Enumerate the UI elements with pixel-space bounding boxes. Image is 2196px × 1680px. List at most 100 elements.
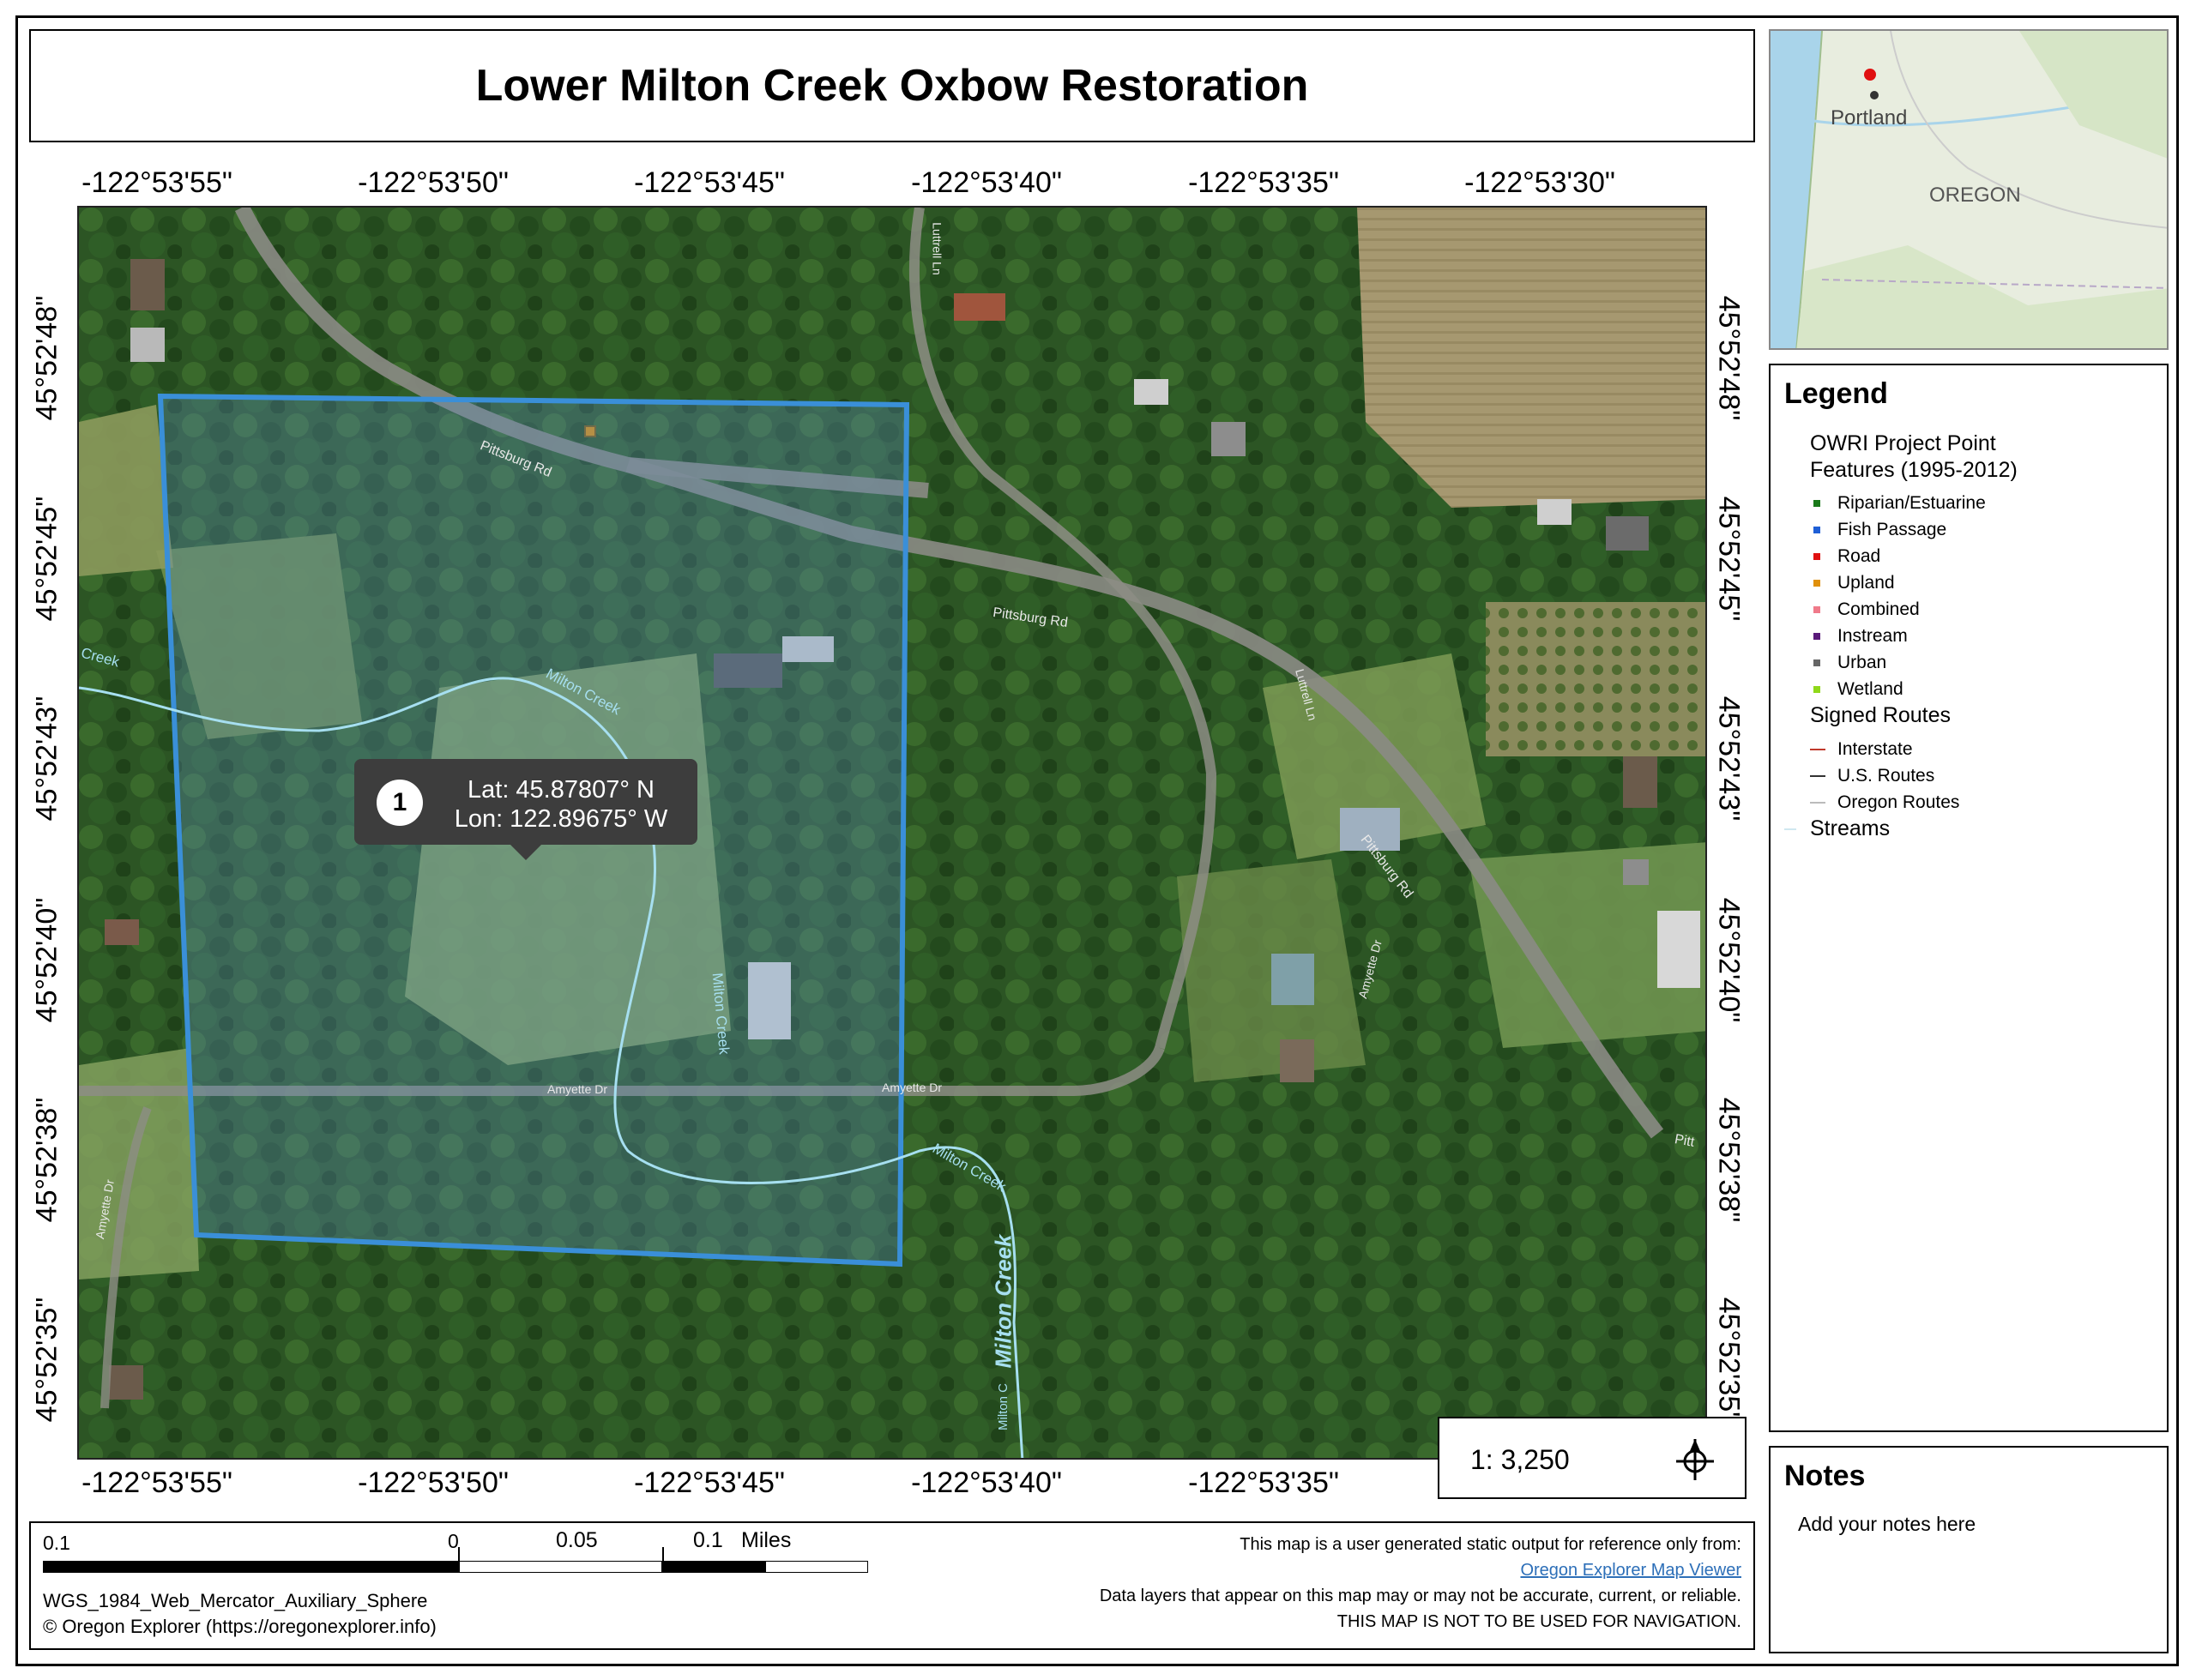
scale-ratio-box: 1: 3,250 [1438,1417,1747,1499]
scalebar-label-mid: 0.05 [556,1528,598,1552]
scalebar-tick [662,1547,664,1573]
legend-item-label: Fish Passage [1837,519,1947,539]
legend-item-combined: Combined [1813,596,2157,623]
legend-item-label: Urban [1837,652,1887,672]
longitude-label-top: -122°53'35" [1188,166,1339,199]
legend-item-label: Combined [1837,599,1920,619]
longitude-label-bottom: -122°53'35" [1188,1466,1339,1499]
legend-swatch [1813,499,1820,507]
legend-group-owri-line2: Features (1995-2012) [1810,458,2018,482]
longitude-label-bottom: -122°53'40" [911,1466,1062,1499]
legend-item-wetland: Wetland [1813,676,2157,702]
map-title: Lower Milton Creek Oxbow Restoration [475,61,1309,111]
road-label-amyette-dr: Amyette Dr [882,1081,943,1094]
longitude-label-top: -122°53'45" [634,166,785,199]
longitude-label-top: -122°53'50" [358,166,509,199]
notes-title: Notes [1784,1460,1866,1492]
inset-state-label: OREGON [1929,184,2021,207]
legend-swatch [1813,632,1820,640]
map-canvas[interactable]: Pittsburg Rd Pittsburg Rd Pittsburg Rd P… [77,206,1707,1460]
legend-item-road: Road [1813,543,2157,569]
latitude-label-left: 45°52'48" [30,295,63,421]
legend-item-label: U.S. Routes [1837,765,1935,786]
legend-swatch [1813,659,1820,666]
legend-item-us-routes: U.S. Routes [1810,762,2153,789]
legend-item-upland: Upland [1813,569,2157,596]
disclaimer-line-2: Data layers that appear on this map may … [1099,1587,1741,1605]
notes-panel: Notes Add your notes here [1769,1446,2169,1653]
longitude-label-bottom: -122°53'50" [358,1466,509,1499]
title-box: Lower Milton Creek Oxbow Restoration [29,29,1755,142]
latitude-label-left: 45°52'43" [30,695,63,822]
legend-line-swatch [1810,774,1825,777]
latitude-label-right: 45°52'40" [1712,897,1746,1023]
legend-item-interstate: Interstate [1810,736,2153,762]
scalebar-label-zero: 0 [448,1530,459,1552]
legend-group-owri-line1: OWRI Project Point [1810,431,1996,455]
footer-panel: 0.1 0 0.05 0.1 Miles WGS_1984_Web_Mercat… [29,1521,1755,1650]
latitude-label-left: 45°52'35" [30,1297,63,1423]
notes-text[interactable]: Add your notes here [1798,1513,1976,1536]
scalebar-segment [43,1561,458,1573]
scalebar-units: Miles [741,1528,792,1552]
legend-routes-list: Interstate U.S. Routes Oregon Routes [1810,736,2153,816]
disclaimer-line-1: This map is a user generated static outp… [1240,1535,1741,1554]
popup-latitude: Lat: 45.87807° N [468,776,655,804]
legend-item-streams: Streams [1784,816,1890,841]
popup-number-badge: 1 [377,780,423,826]
legend-item-label: Upland [1837,572,1895,593]
legend-swatch [1813,552,1820,560]
legend-group-owri-title: OWRI Project Point Features (1995-2012) [1810,431,2018,484]
latitude-label-right: 45°52'45" [1712,496,1746,622]
copyright-text: © Oregon Explorer (https://oregonexplore… [43,1616,437,1637]
scalebar-segment [458,1561,662,1573]
legend-line-swatch [1784,828,1796,830]
legend-swatch [1813,605,1820,613]
scalebar-label-right: 0.1 [693,1528,723,1552]
longitude-label-bottom: -122°53'55" [81,1466,232,1499]
legend-swatch [1813,579,1820,587]
coordinate-popup[interactable]: 1 Lat: 45.87807° N Lon: 122.89675° W [354,759,697,860]
longitude-label-top: -122°53'55" [81,166,232,199]
latitude-label-left: 45°52'40" [30,897,63,1023]
scale-ratio: 1: 3,250 [1470,1444,1570,1475]
legend-line-swatch [1810,748,1825,750]
road-label-pittsburg-rd: Pitt [1673,1132,1696,1150]
latitude-label-right: 45°52'38" [1712,1097,1746,1223]
legend-item-label: Oregon Routes [1837,792,1960,812]
legend-item-label: Road [1837,545,1881,566]
latitude-label-right: 45°52'43" [1712,695,1746,822]
legend-owri-list: Riparian/Estuarine Fish Passage Road Upl… [1813,490,2157,702]
popup-longitude: Lon: 122.89675° W [454,805,668,833]
inset-city-label: Portland [1831,106,1908,129]
aerial-imagery [79,208,1705,1458]
legend-item-urban: Urban [1813,649,2157,676]
latitude-label-left: 45°52'38" [30,1097,63,1223]
stream-label-milton-creek: Milton Creek [990,1234,1017,1369]
road-label-luttrell-ln: Luttrell Ln [930,222,944,275]
latitude-label-right: 45°52'48" [1712,295,1746,421]
road-label-amyette-dr: Amyette Dr [547,1082,608,1096]
legend-item-label: Streams [1810,816,1891,840]
stream-label-milton-creek: Milton C [996,1382,1011,1431]
popup-pointer [510,845,541,860]
latitude-label-right: 45°52'35" [1712,1297,1746,1423]
legend-swatch [1813,526,1820,533]
scalebar-tick [458,1547,460,1573]
map-viewer-link[interactable]: Oregon Explorer Map Viewer [1520,1561,1741,1581]
legend-title: Legend [1784,377,1888,410]
scalebar-label-left: 0.1 [43,1532,70,1554]
legend-item-label: Instream [1837,625,1908,646]
inset-locator-map: Portland OREGON [1769,29,2169,350]
latitude-label-left: 45°52'45" [30,496,63,622]
longitude-label-top: -122°53'40" [911,166,1062,199]
legend-item-fish-passage: Fish Passage [1813,516,2157,543]
legend-item-label: Riparian/Estuarine [1837,492,1986,513]
legend-item-instream: Instream [1813,623,2157,649]
legend-item-label: Wetland [1837,678,1903,699]
longitude-label-bottom: -122°53'45" [634,1466,785,1499]
projection-text: WGS_1984_Web_Mercator_Auxiliary_Sphere [43,1590,428,1611]
longitude-label-top: -122°53'30" [1464,166,1615,199]
legend-item-oregon-routes: Oregon Routes [1810,789,2153,816]
scalebar-segment [765,1561,868,1573]
